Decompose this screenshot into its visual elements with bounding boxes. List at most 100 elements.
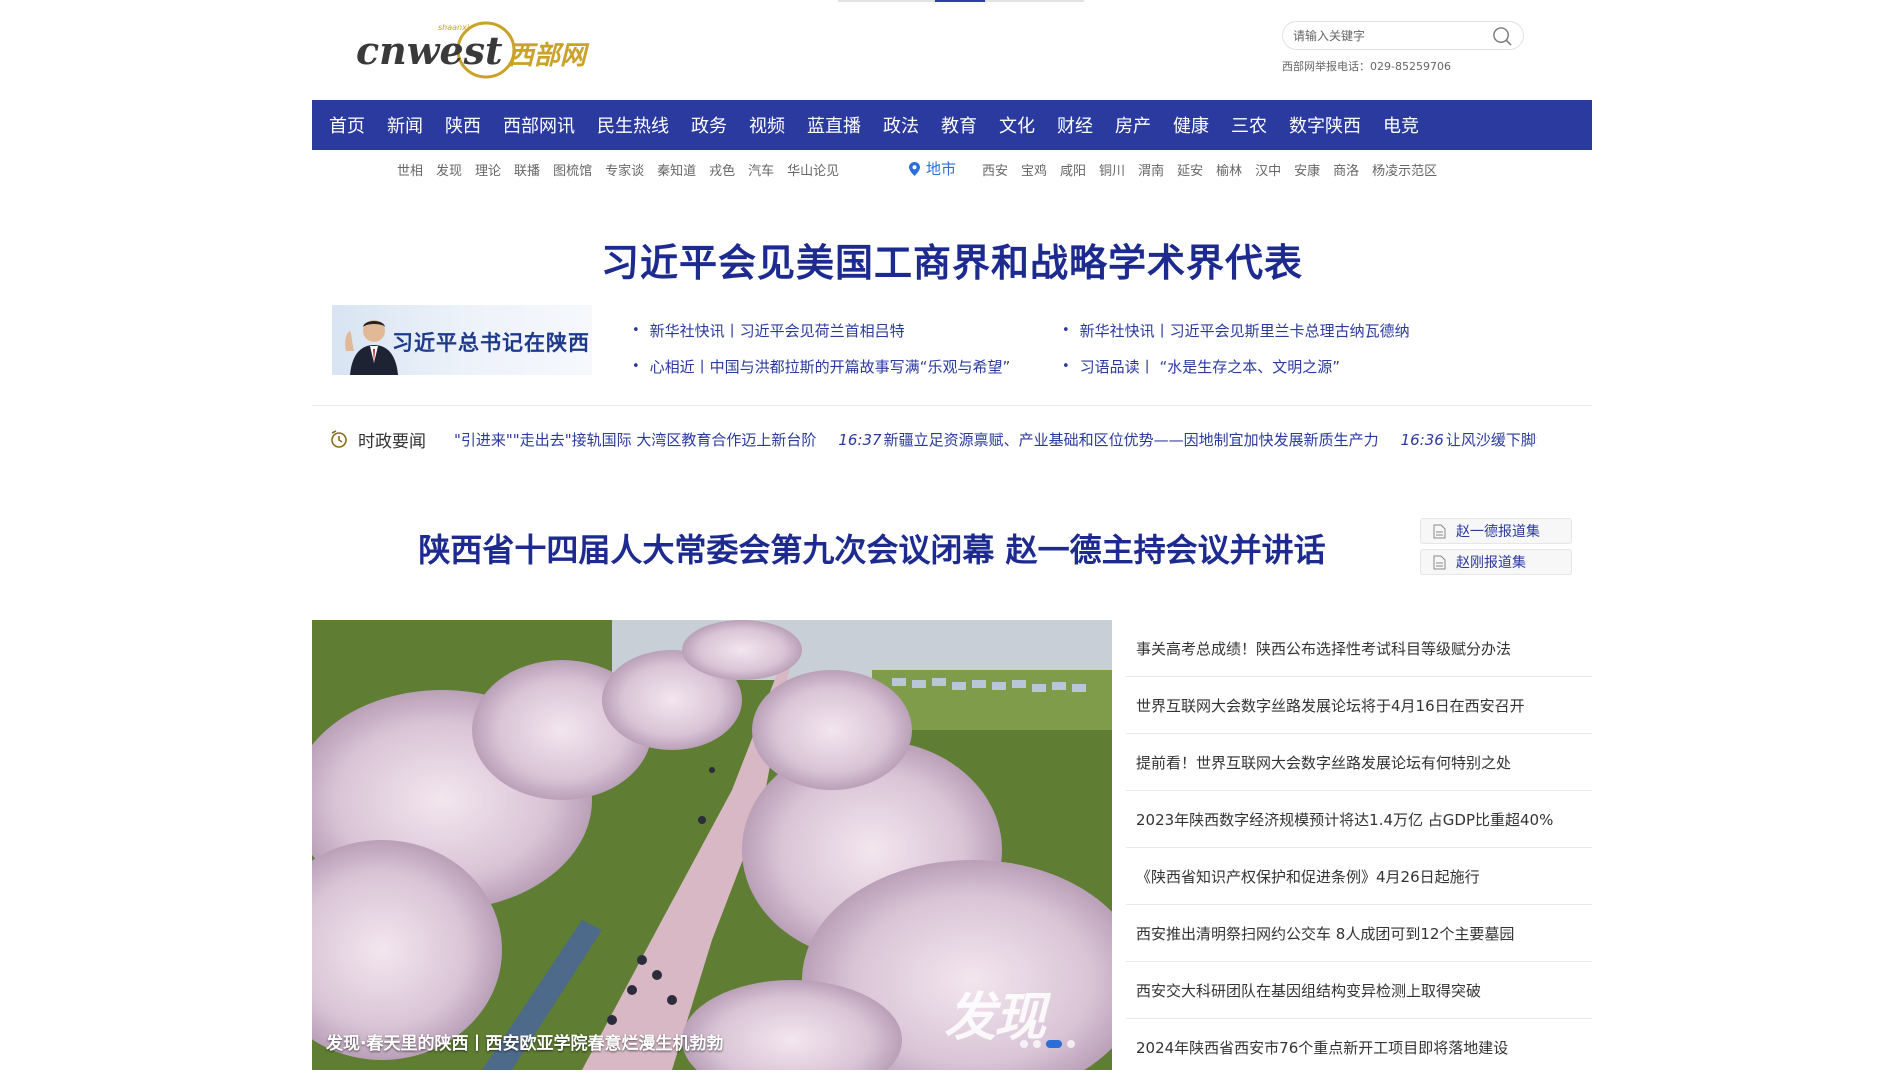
photo-caption[interactable]: 发现·春天里的陕西丨西安欧亚学院春意烂漫生机勃勃 — [326, 1029, 723, 1054]
quick-link[interactable]: • 心相近丨中国与洪都拉斯的开篇故事写满“乐观与希望” — [632, 348, 1010, 384]
bullet-icon: • — [632, 358, 640, 374]
logo-small-text: shaanxi — [438, 23, 470, 32]
news-list-item[interactable]: 西安推出清明祭扫网约公交车 8人成团可到12个主要墓园 — [1126, 905, 1592, 962]
topic-link[interactable]: 理论 — [475, 160, 501, 179]
search-icon[interactable] — [1492, 26, 1513, 47]
city-link[interactable]: 铜川 — [1099, 160, 1125, 179]
nav-item-cnwest-news[interactable]: 西部网讯 — [503, 112, 575, 138]
nav-item-home[interactable]: 首页 — [329, 112, 365, 138]
ticker-label: 时政要闻 — [358, 431, 426, 452]
nav-item-culture[interactable]: 文化 — [999, 112, 1035, 138]
nav-item-video[interactable]: 视频 — [749, 112, 785, 138]
nav-item-esports[interactable]: 电竞 — [1383, 112, 1419, 138]
nav-item-shaanxi[interactable]: 陕西 — [445, 112, 481, 138]
featured-photo-slider[interactable]: 发现·春天里的陕西丨西安欧亚学院春意烂漫生机勃勃 发现 — [312, 620, 1112, 1070]
nav-item-digital-shaanxi[interactable]: 数字陕西 — [1289, 112, 1361, 138]
topic-link[interactable]: 华山论见 — [787, 160, 839, 179]
ticker-text[interactable]: 让风沙缓下脚步 为 — [1446, 431, 1537, 449]
news-list: 事关高考总成绩！陕西公布选择性考试科目等级赋分办法 世界互联网大会数字丝路发展论… — [1126, 620, 1592, 1076]
city-link[interactable]: 西安 — [982, 160, 1008, 179]
topic-link[interactable]: 戎色 — [709, 160, 735, 179]
collection-label: 赵刚报道集 — [1456, 555, 1526, 571]
main-nav: 首页 新闻 陕西 西部网讯 民生热线 政务 视频 蓝直播 政法 教育 文化 财经… — [312, 100, 1592, 150]
slider-dot[interactable] — [1067, 1040, 1075, 1048]
quick-link[interactable]: • 新华社快讯丨习近平会见斯里兰卡总理古纳瓦德纳 — [1062, 312, 1410, 348]
slider-dot[interactable] — [1033, 1040, 1041, 1048]
sub-nav: 世相 发现 理论 联播 图梳馆 专家谈 秦知道 戎色 汽车 华山论见 地市 西安… — [312, 158, 1592, 179]
report-hotline: 西部网举报电话：029-85259706 — [1282, 60, 1451, 73]
news-list-item[interactable]: 《陕西省知识产权保护和促进条例》4月26日起施行 — [1126, 848, 1592, 905]
quick-link[interactable]: • 习语品读丨 “水是生存之本、文明之源” — [1062, 348, 1410, 384]
quick-link[interactable]: • 新华社快讯丨习近平会见荷兰首相吕特 — [632, 312, 1010, 348]
slider-dot-active[interactable] — [1046, 1040, 1062, 1048]
quick-link-text[interactable]: 心相近丨中国与洪都拉斯的开篇故事写满“乐观与希望” — [650, 356, 1011, 377]
ticker-item[interactable]: 16:37 新疆立足资源禀赋、产业基础和区位优势——因地制宜加快发展新质生产力 — [838, 431, 1378, 449]
news-list-item[interactable]: 西安交大科研团队在基因组结构变异检测上取得突破 — [1126, 962, 1592, 1019]
nav-item-live[interactable]: 蓝直播 — [807, 112, 861, 138]
nav-item-finance[interactable]: 财经 — [1057, 112, 1093, 138]
logo-main-text: cnwest — [356, 28, 503, 73]
news-list-item[interactable]: 提前看！世界互联网大会数字丝路发展论坛有何特别之处 — [1126, 734, 1592, 791]
city-link[interactable]: 安康 — [1294, 160, 1320, 179]
nav-item-hotline[interactable]: 民生热线 — [597, 112, 669, 138]
nav-item-law[interactable]: 政法 — [883, 112, 919, 138]
bullet-icon: • — [632, 322, 640, 338]
city-link[interactable]: 商洛 — [1333, 160, 1359, 179]
city-link[interactable]: 榆林 — [1216, 160, 1242, 179]
banner-title: 习近平总书记在陕西 — [392, 330, 590, 355]
city-link[interactable]: 渭南 — [1138, 160, 1164, 179]
quick-link-text[interactable]: 新华社快讯丨习近平会见斯里兰卡总理古纳瓦德纳 — [1080, 320, 1410, 341]
news-list-item[interactable]: 世界互联网大会数字丝路发展论坛将于4月16日在西安召开 — [1126, 677, 1592, 734]
top-headline[interactable]: 习近平会见美国工商界和战略学术界代表 — [312, 232, 1592, 287]
collection-button[interactable]: 赵一德报道集 — [1420, 518, 1572, 544]
ticker-text[interactable]: 新疆立足资源禀赋、产业基础和区位优势——因地制宜加快发展新质生产力 — [884, 431, 1379, 449]
topic-link[interactable]: 世相 — [397, 160, 423, 179]
photo-watermark: 发现 — [944, 988, 1046, 1048]
search-input[interactable] — [1293, 26, 1483, 46]
nav-item-agriculture[interactable]: 三农 — [1231, 112, 1267, 138]
document-icon — [1433, 555, 1446, 569]
slider-dots — [1020, 1040, 1080, 1048]
topic-link[interactable]: 联播 — [514, 160, 540, 179]
ticker-time: 16:37 — [838, 430, 882, 449]
topic-link[interactable]: 发现 — [436, 160, 462, 179]
city-link[interactable]: 杨凌示范区 — [1372, 160, 1437, 179]
topic-link[interactable]: 图梳馆 — [553, 160, 592, 179]
city-link[interactable]: 宝鸡 — [1021, 160, 1047, 179]
document-icon — [1433, 524, 1446, 538]
top-divider-accent — [935, 0, 985, 2]
nav-item-property[interactable]: 房产 — [1115, 112, 1151, 138]
city-label[interactable]: 地市 — [909, 158, 956, 179]
bullet-icon: • — [1062, 358, 1070, 374]
news-list-item[interactable]: 2024年陕西省西安市76个重点新开工项目即将落地建设 — [1126, 1019, 1592, 1076]
city-links: 西安 宝鸡 咸阳 铜川 渭南 延安 榆林 汉中 安康 商洛 杨凌示范区 — [982, 160, 1450, 179]
logo-cn-text: 西部网 — [508, 41, 590, 71]
quick-link-text[interactable]: 习语品读丨 “水是生存之本、文明之源” — [1080, 356, 1340, 377]
nav-item-government[interactable]: 政务 — [691, 112, 727, 138]
city-link[interactable]: 咸阳 — [1060, 160, 1086, 179]
news-list-item[interactable]: 事关高考总成绩！陕西公布选择性考试科目等级赋分办法 — [1126, 620, 1592, 677]
search-box[interactable] — [1282, 21, 1524, 50]
ticker-text[interactable]: "引进来""走出去"接轨国际 大湾区教育合作迈上新台阶 — [454, 431, 816, 449]
slider-dot[interactable] — [1020, 1040, 1028, 1048]
topic-links: 世相 发现 理论 联播 图梳馆 专家谈 秦知道 戎色 汽车 华山论见 — [397, 160, 852, 179]
bullet-icon: • — [1062, 322, 1070, 338]
city-link[interactable]: 延安 — [1177, 160, 1203, 179]
quick-link-text[interactable]: 新华社快讯丨习近平会见荷兰首相吕特 — [650, 320, 905, 341]
site-logo[interactable]: cnwest shaanxi 西部网 — [356, 16, 606, 82]
collection-button[interactable]: 赵刚报道集 — [1420, 549, 1572, 575]
topic-link[interactable]: 专家谈 — [605, 160, 644, 179]
focus-headline[interactable]: 陕西省十四届人大常委会第九次会议闭幕 赵一德主持会议并讲话 — [312, 525, 1432, 571]
news-list-item[interactable]: 2023年陕西数字经济规模预计将达1.4万亿 占GDP比重超40% — [1126, 791, 1592, 848]
city-link[interactable]: 汉中 — [1255, 160, 1281, 179]
city-label-text: 地市 — [926, 160, 957, 178]
collection-label: 赵一德报道集 — [1456, 524, 1540, 540]
topic-link[interactable]: 汽车 — [748, 160, 774, 179]
ticker-item[interactable]: "引进来""走出去"接轨国际 大湾区教育合作迈上新台阶 — [452, 431, 816, 449]
topic-link[interactable]: 秦知道 — [657, 160, 696, 179]
nav-item-health[interactable]: 健康 — [1173, 112, 1209, 138]
nav-item-education[interactable]: 教育 — [941, 112, 977, 138]
xi-shaanxi-banner[interactable]: 习近平总书记在陕西 — [332, 305, 592, 375]
nav-item-news[interactable]: 新闻 — [387, 112, 423, 138]
ticker-item[interactable]: 16:36让风沙缓下脚步 为 — [1401, 431, 1537, 449]
